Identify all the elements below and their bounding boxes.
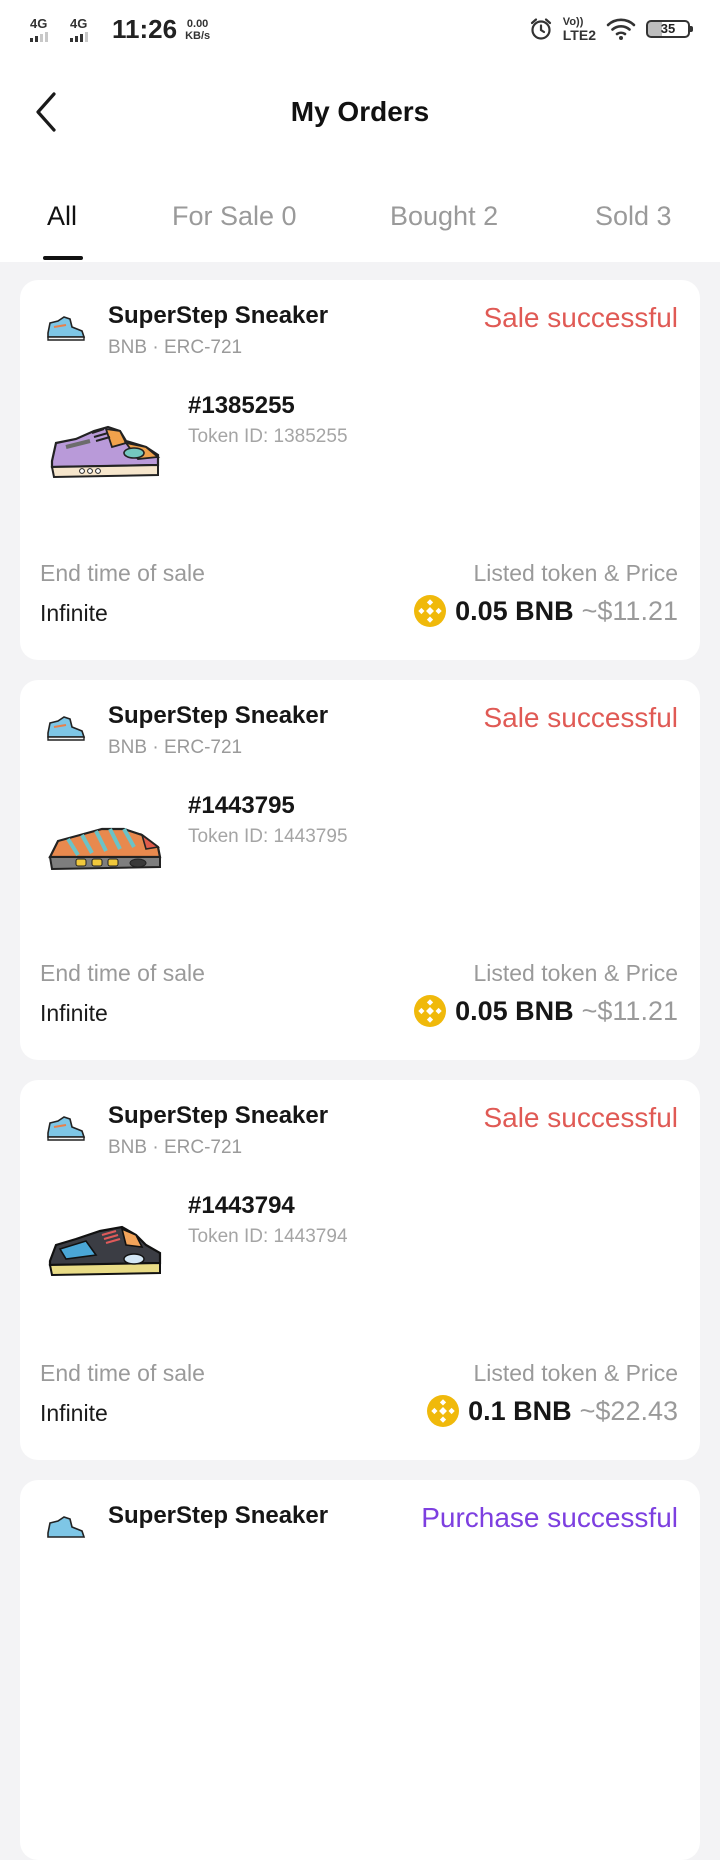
price-label: Listed token & Price (473, 1360, 678, 1386)
clock: 11:26 (112, 14, 178, 44)
tab-bar: All For Sale 0 Bought 2 Sold 3 (0, 186, 720, 262)
signal-bars-icon (30, 32, 48, 42)
bnb-coin-icon (413, 994, 447, 1028)
end-time-label: End time of sale (40, 1360, 205, 1386)
wifi-icon (606, 18, 636, 40)
status-right: Vo)) LTE2 35 (529, 16, 693, 42)
net-speed-unit: KB/s (185, 29, 211, 42)
order-card[interactable]: SuperStep Sneaker BNB · ERC-721 Sale suc… (20, 280, 700, 660)
signal-1: 4G (30, 17, 62, 42)
price-amount: 0.1 BNB (468, 1395, 572, 1426)
signal-2: 4G (70, 17, 102, 42)
active-tab-indicator (43, 256, 83, 260)
sneaker-image (48, 827, 162, 871)
sneaker-thumbnail-icon (47, 716, 86, 741)
price-amount: 0.05 BNB (455, 595, 574, 626)
end-time-value: Infinite (40, 1000, 108, 1026)
sneaker-thumbnail-icon (47, 1116, 86, 1141)
end-time-value: Infinite (40, 1400, 108, 1426)
order-status: Sale successful (483, 702, 678, 733)
sneaker-thumbnail-icon (47, 1516, 86, 1538)
network-type-1: 4G (30, 16, 48, 31)
product-name: SuperStep Sneaker (108, 1502, 329, 1529)
battery-icon: 35 (646, 20, 693, 38)
token-number: #1443795 (188, 792, 295, 819)
price-row: 0.05 BNB ~$11.21 (413, 594, 678, 628)
volte-indicator: Vo)) LTE2 (563, 16, 596, 42)
network-type-2: 4G (70, 16, 88, 31)
status-bar: 4G 4G 11:26 0.00 KB/s Vo)) LTE2 35 (0, 0, 720, 64)
bnb-coin-icon (426, 1394, 460, 1428)
product-name: SuperStep Sneaker (108, 1102, 329, 1129)
product-name: SuperStep Sneaker (108, 302, 329, 329)
price-usd: ~$22.43 (579, 1395, 678, 1426)
page-title: My Orders (290, 96, 430, 127)
tab-for-sale[interactable]: For Sale 0 (172, 201, 297, 232)
bnb-coin-icon (413, 594, 447, 628)
sneaker-image (50, 425, 161, 479)
order-card[interactable]: SuperStep Sneaker Purchase successful (20, 1480, 700, 1860)
token-number: #1443794 (188, 1192, 295, 1219)
tab-bought[interactable]: Bought 2 (390, 201, 498, 232)
token-id: Token ID: 1385255 (188, 426, 348, 447)
sneaker-image (48, 1225, 162, 1277)
end-time-label: End time of sale (40, 560, 205, 586)
price-amount: 0.05 BNB (455, 995, 574, 1026)
app-header: My Orders (0, 70, 720, 154)
alarm-clock-icon (530, 18, 551, 40)
tab-all[interactable]: All (47, 201, 77, 232)
lte-text: LTE2 (562, 27, 596, 43)
chain-standard: BNB · ERC-721 (108, 1137, 243, 1158)
chain-standard: BNB · ERC-721 (108, 337, 243, 358)
end-time-label: End time of sale (40, 960, 205, 986)
token-id: Token ID: 1443795 (188, 826, 348, 847)
top-panel: 4G 4G 11:26 0.00 KB/s Vo)) LTE2 35 My Or… (0, 0, 720, 262)
order-status: Purchase successful (421, 1502, 678, 1533)
price-usd: ~$11.21 (581, 595, 678, 626)
price-usd: ~$11.21 (581, 995, 678, 1026)
signal-bars-icon (70, 32, 88, 42)
status-left: 4G 4G 11:26 0.00 KB/s (30, 14, 210, 45)
price-label: Listed token & Price (473, 560, 678, 586)
order-status: Sale successful (483, 302, 678, 333)
net-speed: 0.00 KB/s (185, 18, 210, 42)
price-row: 0.05 BNB ~$11.21 (413, 994, 678, 1028)
order-status: Sale successful (483, 1102, 678, 1133)
order-card[interactable]: SuperStep Sneaker BNB · ERC-721 Sale suc… (20, 1080, 700, 1460)
token-id: Token ID: 1443794 (188, 1226, 348, 1247)
end-time-value: Infinite (40, 600, 108, 626)
product-name: SuperStep Sneaker (108, 702, 329, 729)
order-card[interactable]: SuperStep Sneaker BNB · ERC-721 Sale suc… (20, 680, 700, 1060)
sneaker-thumbnail-icon (47, 316, 86, 341)
net-speed-value: 0.00 (186, 17, 209, 30)
token-number: #1385255 (188, 392, 295, 419)
tab-sold[interactable]: Sold 3 (595, 201, 672, 232)
chain-standard: BNB · ERC-721 (108, 737, 243, 758)
price-row: 0.1 BNB ~$22.43 (426, 1394, 678, 1428)
price-label: Listed token & Price (473, 960, 678, 986)
